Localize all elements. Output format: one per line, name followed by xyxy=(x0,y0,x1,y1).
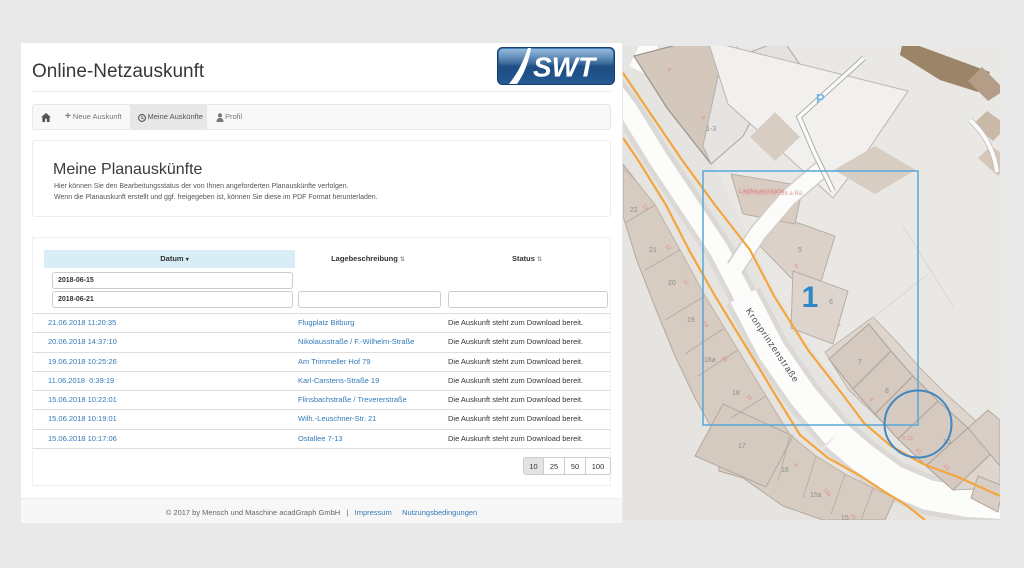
svg-text:16: 16 xyxy=(781,467,789,474)
svg-text:18: 18 xyxy=(732,390,740,397)
svg-text:Liebfrauenstr.-Str.a-Ba: Liebfrauenstr.-Str.a-Ba xyxy=(742,191,803,197)
svg-text:5: 5 xyxy=(798,247,802,254)
svg-text:1: 1 xyxy=(802,281,819,314)
svg-text:P: P xyxy=(816,91,825,106)
svg-text:22: 22 xyxy=(630,207,638,214)
svg-text:17: 17 xyxy=(738,443,746,450)
svg-text:18a: 18a xyxy=(704,357,716,364)
svg-text:19: 19 xyxy=(687,317,695,324)
svg-text:SWT: SWT xyxy=(533,52,598,83)
svg-text:15a: 15a xyxy=(810,492,822,499)
svg-text:6: 6 xyxy=(829,299,833,306)
svg-text:15: 15 xyxy=(841,515,849,520)
svg-text:5: 5 xyxy=(795,264,798,270)
svg-text:20: 20 xyxy=(668,280,676,287)
svg-text:1-3: 1-3 xyxy=(706,126,716,133)
svg-text:7: 7 xyxy=(858,359,862,366)
svg-text:21: 21 xyxy=(649,247,657,254)
svg-text:9 10: 9 10 xyxy=(902,436,913,442)
svg-text:8: 8 xyxy=(885,388,889,395)
